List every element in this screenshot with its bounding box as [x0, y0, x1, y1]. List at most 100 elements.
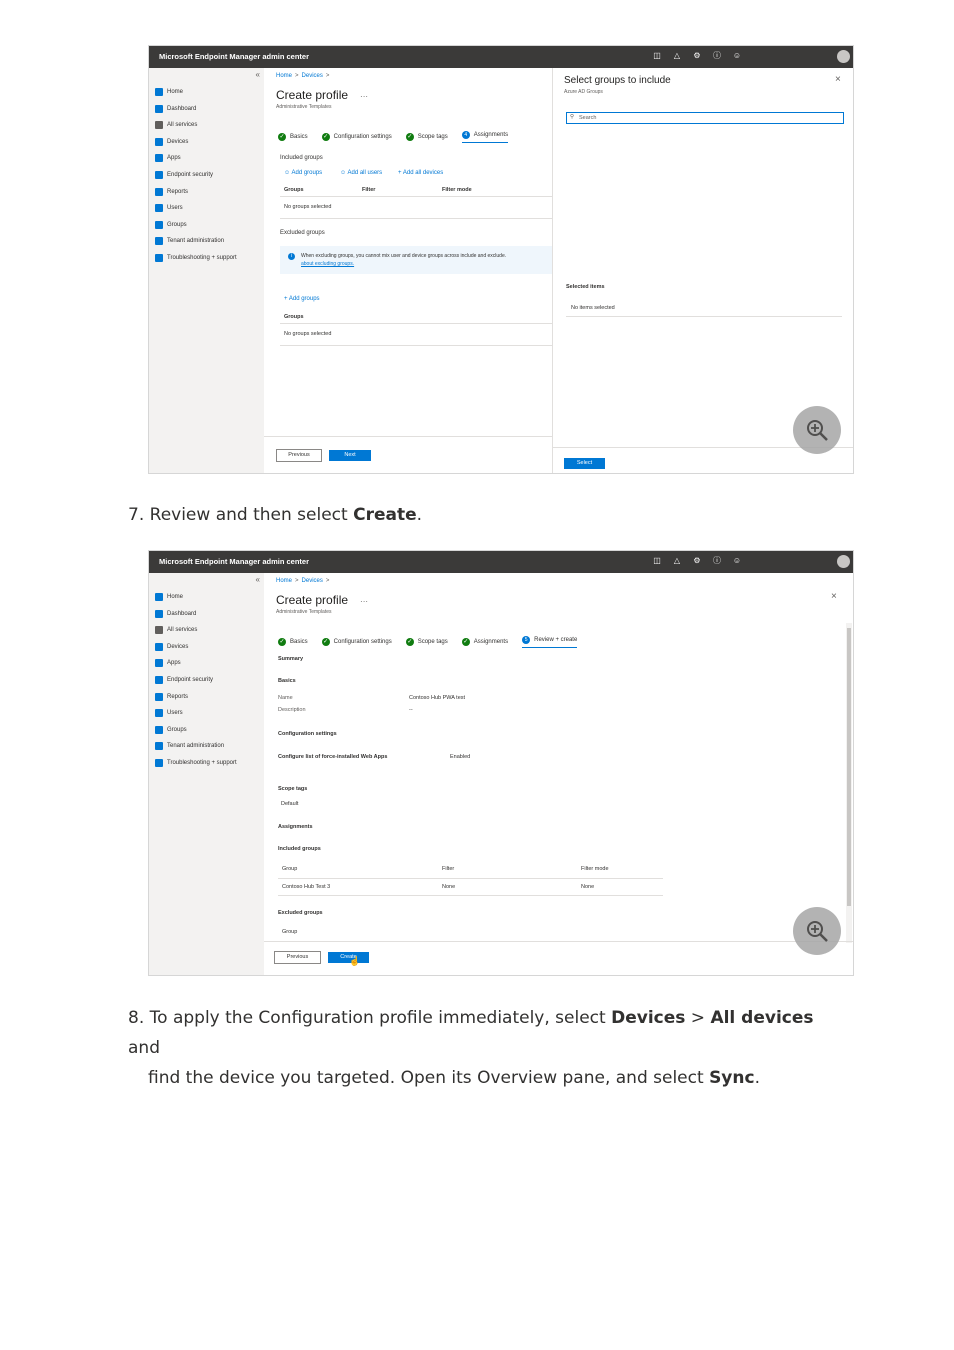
feedback-icon[interactable]: ◫: [651, 50, 663, 62]
sidebar-item-users[interactable]: Users: [155, 204, 183, 212]
sidebar-item-label: Users: [167, 205, 183, 211]
sidebar-item-label: Devices: [167, 644, 188, 650]
breadcrumb-devices[interactable]: Devices: [302, 73, 323, 79]
dashboard-icon: [155, 105, 163, 113]
next-button[interactable]: Next: [329, 450, 371, 461]
step-scope-tags[interactable]: ✓Scope tags: [406, 636, 448, 648]
step-assignments[interactable]: 4Assignments: [462, 131, 508, 143]
sidebar-item-reports[interactable]: Reports: [155, 188, 188, 196]
select-button[interactable]: Select: [564, 458, 605, 469]
table-row-filter-mode: None: [581, 884, 594, 890]
sidebar-item-devices[interactable]: Devices: [155, 138, 188, 146]
previous-button[interactable]: Previous: [274, 951, 321, 964]
gear-icon[interactable]: ⚙: [691, 555, 703, 567]
sidebar-item-reports[interactable]: Reports: [155, 693, 188, 701]
col-groups: Groups: [284, 187, 304, 193]
info-link[interactable]: about excluding groups.: [301, 261, 354, 267]
sidebar-item-troubleshooting-support[interactable]: Troubleshooting + support: [155, 759, 237, 767]
feedback-icon[interactable]: ◫: [651, 555, 663, 567]
table-row-group: Contoso Hub Test 3: [282, 884, 330, 890]
avatar[interactable]: [837, 50, 850, 63]
step-basics[interactable]: ✓Basics: [278, 636, 308, 648]
sidebar-item-users[interactable]: Users: [155, 709, 183, 717]
sidebar-item-label: Groups: [167, 727, 187, 733]
sidebar-item-tenant-administration[interactable]: Tenant administration: [155, 742, 224, 750]
devices-icon: [155, 138, 163, 146]
sidebar-item-dashboard[interactable]: Dashboard: [155, 105, 196, 113]
zoom-in-button[interactable]: [793, 406, 841, 454]
sidebar-item-label: Endpoint security: [167, 172, 213, 178]
help-icon[interactable]: ⓘ: [711, 555, 723, 567]
sidebar-item-devices[interactable]: Devices: [155, 643, 188, 651]
zoom-in-icon: [805, 418, 829, 442]
sidebar-item-label: Troubleshooting + support: [167, 255, 237, 261]
excluded-groups-heading: Excluded groups: [278, 910, 323, 916]
step-review-create[interactable]: 5Review + create: [522, 636, 577, 648]
col-filter: Filter: [362, 187, 375, 193]
step-assignments[interactable]: ✓Assignments: [462, 636, 508, 648]
breadcrumb-home[interactable]: Home: [276, 578, 292, 584]
bell-icon[interactable]: △: [671, 555, 683, 567]
sidebar-item-all-services[interactable]: All services: [155, 121, 197, 129]
panel-title: Select groups to include: [564, 75, 671, 86]
sidebar-item-endpoint-security[interactable]: Endpoint security: [155, 171, 213, 179]
screenshot-review-create: Microsoft Endpoint Manager admin center …: [148, 550, 854, 976]
help-icon[interactable]: ⓘ: [711, 50, 723, 62]
sidebar-item-label: Users: [167, 710, 183, 716]
smiley-icon[interactable]: ☺: [731, 555, 743, 567]
devices-icon: [155, 643, 163, 651]
collapse-icon[interactable]: «: [256, 575, 260, 584]
avatar[interactable]: [837, 555, 850, 568]
step-configuration-settings[interactable]: ✓Configuration settings: [322, 131, 392, 143]
more-icon[interactable]: ···: [360, 92, 368, 101]
col-groups-excluded: Groups: [284, 314, 304, 320]
sidebar-item-label: Groups: [167, 222, 187, 228]
sidebar-item-dashboard[interactable]: Dashboard: [155, 610, 196, 618]
close-icon[interactable]: ×: [835, 74, 841, 85]
sidebar-item-apps[interactable]: Apps: [155, 659, 181, 667]
scrollbar-thumb[interactable]: [847, 628, 851, 906]
sidebar-item-tenant-administration[interactable]: Tenant administration: [155, 237, 224, 245]
reports-icon: [155, 188, 163, 196]
sidebar-item-home[interactable]: Home: [155, 593, 183, 601]
bell-icon[interactable]: △: [671, 50, 683, 62]
breadcrumb-devices[interactable]: Devices: [302, 578, 323, 584]
apps-icon: [155, 659, 163, 667]
sidebar-item-label: Tenant administration: [167, 238, 224, 244]
check-icon: ✓: [322, 133, 330, 141]
sidebar-item-troubleshooting-support[interactable]: Troubleshooting + support: [155, 254, 237, 262]
sidebar-item-all-services[interactable]: All services: [155, 626, 197, 634]
step-basics[interactable]: ✓Basics: [278, 131, 308, 143]
sidebar-item-groups[interactable]: Groups: [155, 221, 187, 229]
scrollbar[interactable]: [846, 623, 852, 943]
info-icon: i: [288, 253, 295, 260]
configuration-settings-heading: Configuration settings: [278, 731, 337, 737]
sidebar-item-apps[interactable]: Apps: [155, 154, 181, 162]
sidebar-item-groups[interactable]: Groups: [155, 726, 187, 734]
sidebar-item-label: Dashboard: [167, 611, 196, 617]
collapse-icon[interactable]: «: [256, 70, 260, 79]
zoom-in-button[interactable]: [793, 907, 841, 955]
info-banner: i When excluding groups, you cannot mix …: [280, 246, 552, 274]
search-input[interactable]: ⚲ Search: [566, 112, 844, 124]
gear-icon[interactable]: ⚙: [691, 50, 703, 62]
step-scope-tags[interactable]: ✓Scope tags: [406, 131, 448, 143]
list-icon: [155, 121, 163, 129]
wrench-icon: [155, 254, 163, 262]
step-configuration-settings[interactable]: ✓Configuration settings: [322, 636, 392, 648]
breadcrumb-home[interactable]: Home: [276, 73, 292, 79]
previous-button[interactable]: Previous: [276, 449, 322, 462]
more-icon[interactable]: ···: [360, 597, 368, 606]
add-all-users-link[interactable]: ☺ Add all users: [340, 170, 382, 176]
app-title: Microsoft Endpoint Manager admin center: [159, 557, 309, 566]
add-excluded-groups-link[interactable]: + Add groups: [284, 296, 320, 302]
user-icon: [155, 204, 163, 212]
add-groups-link[interactable]: ☺ Add groups: [284, 170, 322, 176]
add-all-devices-link[interactable]: + Add all devices: [398, 170, 443, 176]
sidebar-item-endpoint-security[interactable]: Endpoint security: [155, 676, 213, 684]
no-excluded-groups-text: No groups selected: [284, 331, 331, 337]
smiley-icon[interactable]: ☺: [731, 50, 743, 62]
sidebar-item-home[interactable]: Home: [155, 88, 183, 96]
close-icon[interactable]: ×: [831, 591, 837, 602]
no-items-text: No items selected: [571, 305, 615, 311]
